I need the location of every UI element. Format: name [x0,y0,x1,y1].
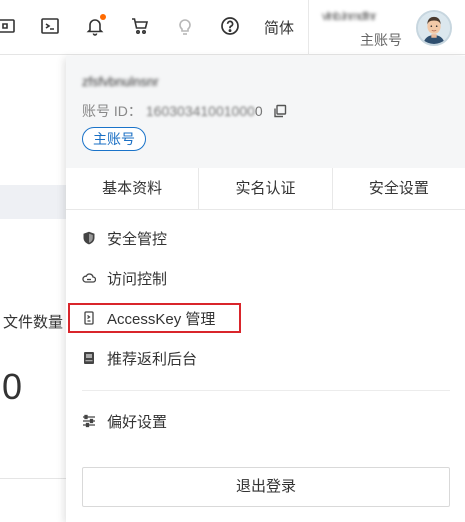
account-dropdown-panel: zfsfvbnulnsnr 账号 ID： 16030341001000 0 主账… [66,56,465,522]
notification-dot [100,14,106,20]
divider [308,0,309,55]
menu-item-referral-backend[interactable]: 推荐返利后台 [82,344,452,372]
app-icon[interactable] [0,14,18,38]
account-id-label: 账号 ID： [82,103,142,119]
menu-item-access-control[interactable]: 访问控制 [82,264,452,292]
gift-icon [84,352,94,364]
divider [82,390,450,391]
menu-item-security-control[interactable]: 安全管控 [82,224,452,252]
menu-item-label: 访问控制 [107,270,168,288]
menu-item-preferences[interactable]: 偏好设置 [82,407,452,435]
account-info-section: zfsfvbnulnsnr 账号 ID： 16030341001000 0 主账… [66,56,465,168]
account-id-suffix: 0 [254,103,263,119]
language-switch[interactable]: 简体 [264,17,294,38]
sliders-icon [83,414,95,428]
user-name: zfsfvbnulnsnr [82,74,159,88]
menu-item-label: AccessKey 管理 [107,310,216,328]
account-name[interactable]: vlnb.lnmdfnr [322,9,406,21]
tab-real-name-verification[interactable]: 实名认证 [199,168,333,209]
cloud-icon [82,273,96,283]
account-tabs: 基本资料 实名认证 安全设置 [66,168,465,210]
shield-icon [83,231,95,245]
file-count-value: 0 [2,366,23,407]
bell-icon[interactable] [83,14,107,38]
menu-item-label: 安全管控 [107,230,168,248]
background-row-highlight [0,185,66,219]
logout-button[interactable]: 退出登录 [82,467,450,507]
tab-basic-info[interactable]: 基本资料 [66,168,200,209]
copy-icon[interactable] [273,104,287,118]
main-account-badge: 主账号 [82,127,146,151]
avatar[interactable] [416,10,452,46]
divider [0,478,66,479]
top-navigation-bar: 简体 vlnb.lnmdfnr 主账号 [0,0,465,55]
avatar-face-icon [418,12,450,44]
cart-icon[interactable] [128,14,152,38]
help-icon[interactable] [218,14,242,38]
account-type-label[interactable]: 主账号 [360,30,402,50]
menu-item-label: 偏好设置 [107,413,168,431]
account-id-row: 账号 ID： 16030341001000 0 [82,101,287,121]
menu-item-label: 推荐返利后台 [107,350,198,368]
key-icon [84,311,94,325]
menu-item-accesskey-management[interactable]: AccessKey 管理 [82,304,452,332]
file-count-label: 文件数量 [3,314,64,331]
lightbulb-icon[interactable] [173,14,197,38]
terminal-icon[interactable] [38,14,62,38]
console-page: 简体 vlnb.lnmdfnr 主账号 文件数量 0 zfsfvbnulnsnr [0,0,465,522]
tab-security-settings[interactable]: 安全设置 [333,168,465,209]
account-id-value: 16030341001000 [145,103,255,119]
